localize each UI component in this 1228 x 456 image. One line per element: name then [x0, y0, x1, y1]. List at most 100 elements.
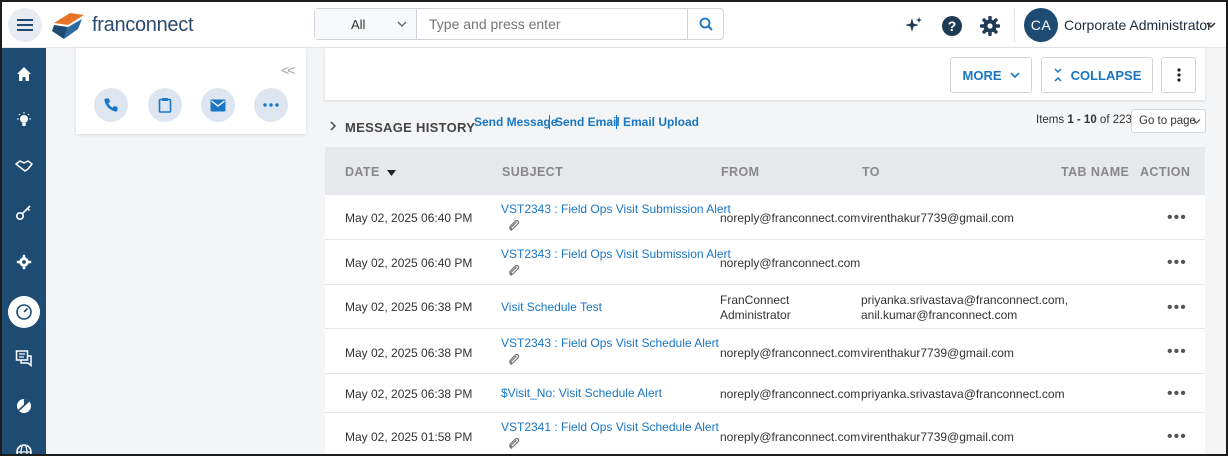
collapse-panel-icon[interactable]: <<: [281, 62, 295, 78]
column-date-label: DATE: [345, 165, 380, 179]
cell-from-line2: Administrator: [720, 308, 791, 322]
top-bar: franconnect All ? CA Corporate: [2, 2, 1226, 48]
table-row[interactable]: May 02, 2025 06:38 PM Visit Schedule Tes…: [325, 285, 1205, 329]
cell-from: noreply@franconnect.com: [720, 256, 861, 270]
sort-desc-icon: [386, 170, 396, 176]
nav-dashboard-gauge-icon[interactable]: [8, 296, 40, 328]
message-history-table: DATE SUBJECT FROM TO TAB NAME ACTION May…: [325, 147, 1205, 454]
pagination-info: Items 1 - 10 of 2239: [1036, 114, 1138, 126]
column-to[interactable]: TO: [862, 165, 880, 179]
cell-to-line2: anil.kumar@franconnect.com: [861, 308, 1018, 322]
go-to-page-select[interactable]: Go to page: [1131, 109, 1206, 133]
row-actions-icon[interactable]: •••: [1167, 386, 1187, 402]
cell-date: May 02, 2025 06:40 PM: [345, 211, 473, 225]
nav-handshake-icon[interactable]: [2, 144, 46, 188]
cell-to: virenthakur7739@gmail.com: [861, 430, 1014, 444]
items-range: 1 - 10: [1067, 114, 1097, 126]
row-actions-icon[interactable]: •••: [1167, 344, 1187, 360]
more-button[interactable]: MORE: [950, 57, 1032, 93]
link-divider: [616, 115, 617, 129]
menu-icon[interactable]: [8, 8, 42, 42]
more-button-label: MORE: [962, 67, 1002, 83]
search-category-value: All: [351, 16, 366, 32]
table-header: DATE SUBJECT FROM TO TAB NAME ACTION: [325, 147, 1205, 195]
cell-to: virenthakur7739@gmail.com: [861, 346, 1014, 360]
nav-settings-icon[interactable]: [2, 240, 46, 284]
user-name[interactable]: Corporate Administrator: [1064, 17, 1212, 33]
more-icon[interactable]: [254, 88, 288, 122]
cell-subject-link[interactable]: $Visit_No: Visit Schedule Alert: [501, 386, 662, 401]
kebab-menu-icon[interactable]: [1161, 57, 1196, 93]
chevron-down-icon: [1192, 119, 1201, 124]
row-actions-icon[interactable]: •••: [1167, 210, 1187, 226]
cell-subject-link[interactable]: VST2343 : Field Ops Visit Submission Ale…: [501, 202, 731, 217]
link-divider: [549, 115, 550, 129]
cell-from: noreply@franconnect.com: [720, 387, 861, 401]
expand-section-chevron-icon[interactable]: [329, 121, 337, 131]
clipboard-icon[interactable]: [148, 88, 182, 122]
cell-date: May 02, 2025 06:38 PM: [345, 346, 473, 360]
header-actions: ?: [902, 14, 1002, 38]
section-title[interactable]: MESSAGE HISTORY: [345, 120, 475, 135]
message-history-header: MESSAGE HISTORY Send Message Send Email …: [325, 109, 1206, 136]
cell-from: noreply@franconnect.com: [720, 211, 861, 225]
cell-subject-link[interactable]: Visit Schedule Test: [501, 300, 602, 315]
user-menu-chevron-icon[interactable]: [1205, 19, 1217, 31]
logo-mark-icon: [52, 13, 84, 39]
nav-home-icon[interactable]: [2, 52, 46, 96]
logo-text: franconnect: [92, 13, 194, 36]
row-actions-icon[interactable]: •••: [1167, 429, 1187, 445]
row-actions-icon[interactable]: •••: [1167, 255, 1187, 271]
user-avatar[interactable]: CA: [1024, 8, 1058, 42]
cell-to: priyanka.srivastava@franconnect.com: [861, 387, 1065, 401]
settings-gear-icon[interactable]: [978, 14, 1002, 38]
svg-text:?: ?: [948, 18, 957, 34]
help-icon[interactable]: ?: [940, 14, 964, 38]
nav-chat-icon[interactable]: [2, 336, 46, 380]
nav-lightbulb-icon[interactable]: [2, 98, 46, 142]
search-button[interactable]: [687, 9, 723, 39]
column-from[interactable]: FROM: [721, 165, 759, 179]
column-subject[interactable]: SUBJECT: [502, 165, 563, 179]
items-prefix: Items: [1036, 114, 1068, 126]
table-row[interactable]: May 02, 2025 06:40 PM VST2343 : Field Op…: [325, 240, 1205, 285]
attachment-icon[interactable]: [507, 218, 521, 232]
chevron-down-icon: [1009, 72, 1020, 79]
nav-key-icon[interactable]: [2, 190, 46, 234]
search-category-select[interactable]: All: [315, 9, 417, 39]
divider: [1014, 8, 1015, 42]
cell-subject-link[interactable]: VST2343 : Field Ops Visit Schedule Alert: [501, 336, 719, 351]
cell-from: noreply@franconnect.com: [720, 346, 861, 360]
ai-sparkle-icon[interactable]: [902, 14, 926, 38]
app-window: franconnect All ? CA Corporate: [0, 0, 1228, 456]
search-input[interactable]: [417, 9, 687, 39]
attachment-icon[interactable]: [507, 263, 521, 277]
table-row[interactable]: May 02, 2025 01:58 PM VST2341 : Field Op…: [325, 413, 1205, 454]
cell-from: noreply@franconnect.com: [720, 430, 861, 444]
search-icon: [699, 17, 713, 31]
table-row[interactable]: May 02, 2025 06:38 PM $Visit_No: Visit S…: [325, 374, 1205, 413]
column-tab-name[interactable]: TAB NAME: [1061, 165, 1129, 179]
nav-pie-chart-icon[interactable]: [2, 384, 46, 428]
table-row[interactable]: May 02, 2025 06:40 PM VST2343 : Field Op…: [325, 195, 1205, 240]
chevron-down-icon: [397, 21, 407, 27]
column-date-sort[interactable]: DATE: [345, 165, 396, 179]
collapse-button[interactable]: COLLAPSE: [1041, 57, 1153, 93]
left-navigation: [2, 48, 46, 454]
send-email-link[interactable]: Send Email: [555, 115, 620, 129]
cell-subject-link[interactable]: VST2341 : Field Ops Visit Schedule Alert: [501, 420, 719, 435]
column-action: ACTION: [1140, 165, 1191, 179]
send-message-link[interactable]: Send Message: [474, 115, 557, 129]
attachment-icon[interactable]: [507, 436, 521, 450]
cell-subject-link[interactable]: VST2343 : Field Ops Visit Submission Ale…: [501, 247, 731, 262]
cell-date: May 02, 2025 06:40 PM: [345, 256, 473, 270]
nav-globe-icon[interactable]: [2, 430, 46, 454]
mail-icon[interactable]: [201, 88, 235, 122]
table-row[interactable]: May 02, 2025 06:38 PM VST2343 : Field Op…: [325, 329, 1205, 374]
phone-icon[interactable]: [94, 88, 128, 122]
cell-to: virenthakur7739@gmail.com: [861, 211, 1014, 225]
attachment-icon[interactable]: [507, 352, 521, 366]
row-actions-icon[interactable]: •••: [1167, 300, 1187, 316]
franconnect-logo[interactable]: franconnect: [50, 9, 194, 41]
email-upload-link[interactable]: Email Upload: [623, 115, 699, 129]
